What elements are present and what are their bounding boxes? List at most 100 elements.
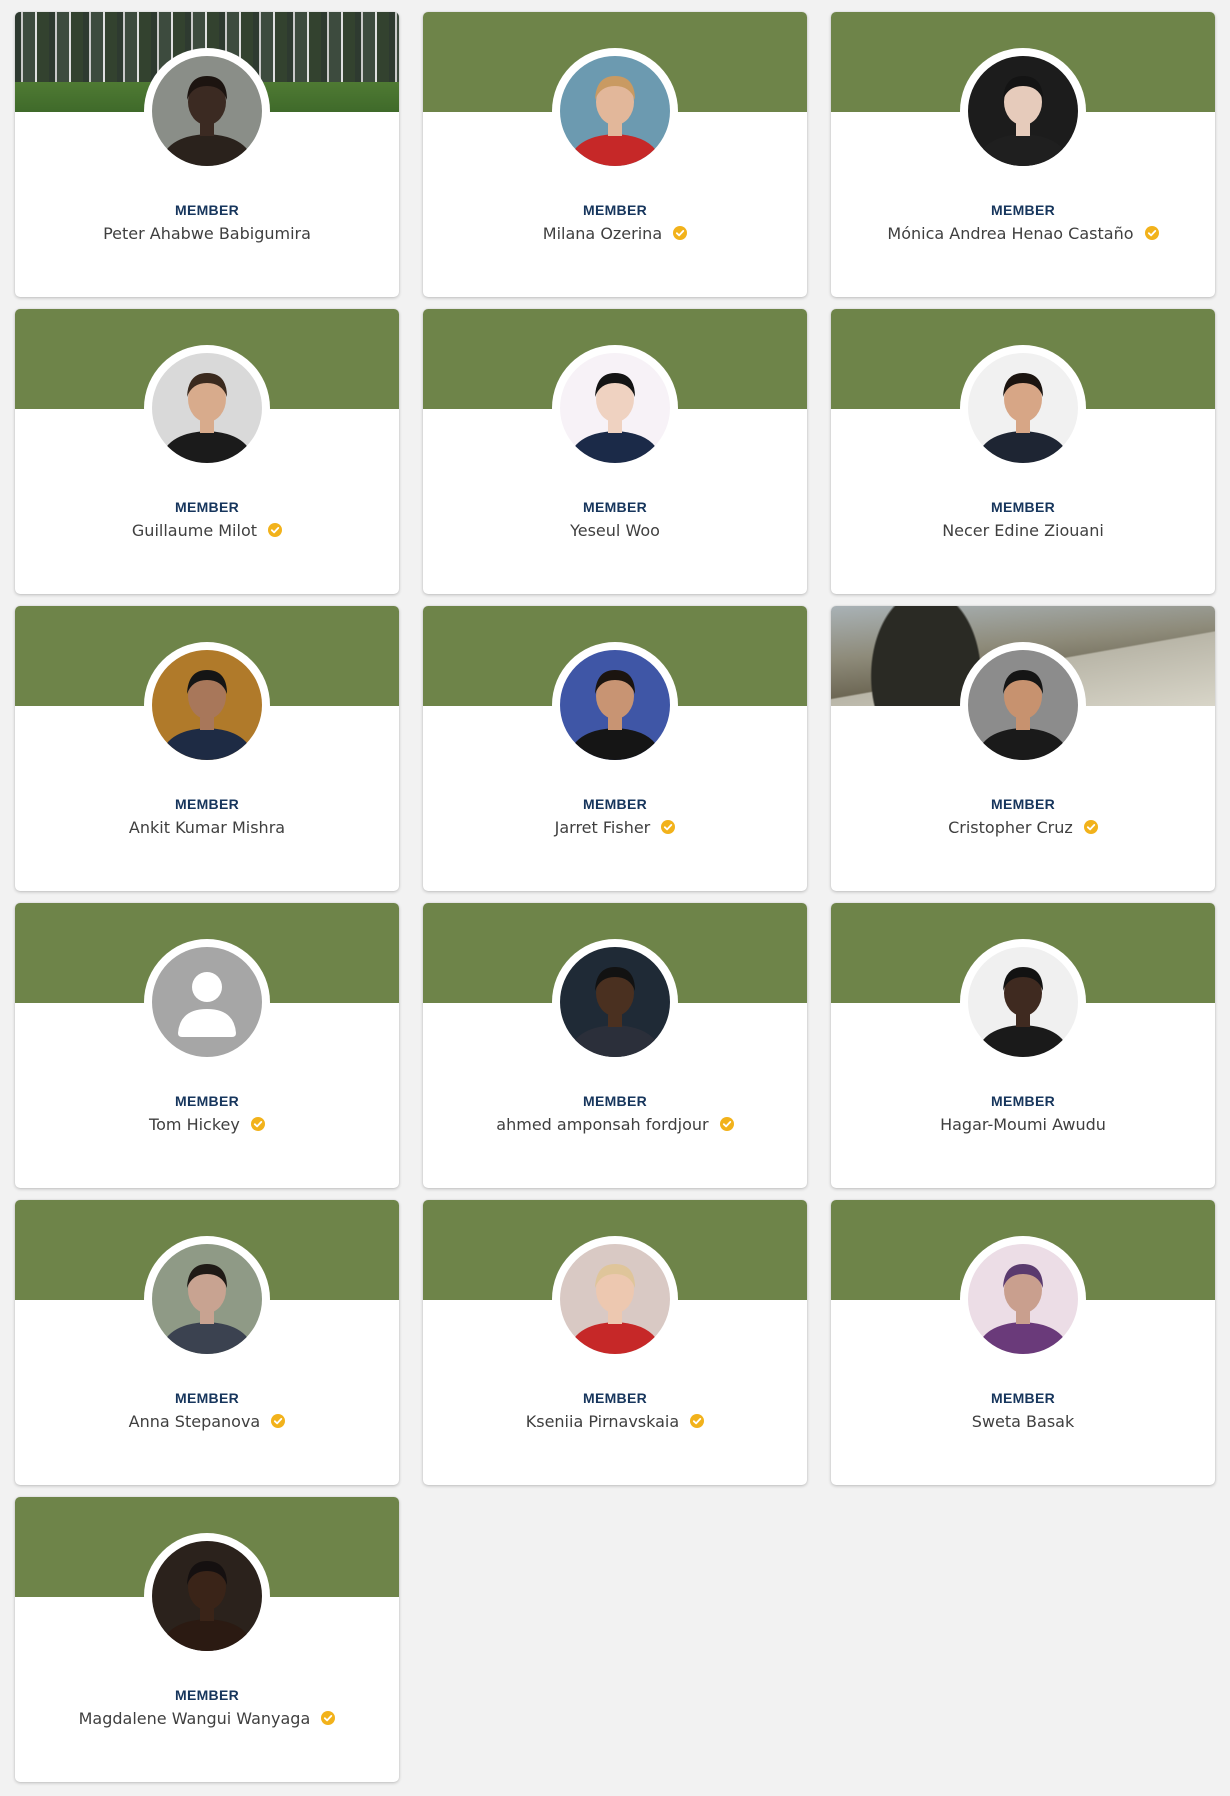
member-name-row: Guillaume Milot	[15, 521, 399, 540]
member-role-label: MEMBER	[174, 202, 240, 218]
avatar[interactable]	[560, 947, 670, 1057]
member-card[interactable]: MEMBER Cristopher Cruz	[831, 606, 1215, 891]
verified-check-icon	[321, 1711, 336, 1725]
member-role-label: MEMBER	[582, 1390, 648, 1406]
profile-photo	[560, 56, 670, 166]
avatar[interactable]	[968, 353, 1078, 463]
member-role-label: MEMBER	[990, 1093, 1056, 1109]
avatar-ring	[960, 642, 1086, 768]
avatar-ring	[960, 345, 1086, 471]
avatar[interactable]	[560, 353, 670, 463]
member-card[interactable]: MEMBER Sweta Basak	[831, 1200, 1215, 1485]
member-card[interactable]: MEMBER ahmed amponsah fordjour	[423, 903, 807, 1188]
member-role-label: MEMBER	[990, 1390, 1056, 1406]
verified-check-icon	[1083, 820, 1098, 834]
member-role-label: MEMBER	[582, 202, 648, 218]
verified-check-icon	[271, 1414, 286, 1428]
member-name-row: Yeseul Woo	[423, 521, 807, 540]
member-role-label: MEMBER	[990, 499, 1056, 515]
member-card[interactable]: MEMBER Magdalene Wangui Wanyaga	[15, 1497, 399, 1782]
member-name[interactable]: Sweta Basak	[972, 1412, 1074, 1431]
profile-photo	[152, 56, 262, 166]
avatar[interactable]	[968, 56, 1078, 166]
profile-photo	[560, 947, 670, 1057]
avatar-ring	[960, 1236, 1086, 1362]
avatar[interactable]	[560, 56, 670, 166]
avatar[interactable]	[968, 1244, 1078, 1354]
member-grid: MEMBER Peter Ahabwe Babigumira MEMBER Mi…	[15, 12, 1215, 1782]
member-name[interactable]: Mónica Andrea Henao Castaño	[887, 224, 1133, 243]
member-name-row: Ankit Kumar Mishra	[15, 818, 399, 837]
member-name[interactable]: Kseniia Pirnavskaia	[526, 1412, 679, 1431]
member-name[interactable]: Yeseul Woo	[570, 521, 660, 540]
avatar[interactable]	[152, 947, 262, 1057]
member-role-label: MEMBER	[582, 796, 648, 812]
member-name[interactable]: Tom Hickey	[149, 1115, 240, 1134]
avatar-ring	[552, 939, 678, 1065]
avatar[interactable]	[152, 1244, 262, 1354]
member-card[interactable]: MEMBER Mónica Andrea Henao Castaño	[831, 12, 1215, 297]
member-name[interactable]: Ankit Kumar Mishra	[129, 818, 285, 837]
avatar[interactable]	[152, 353, 262, 463]
member-name-row: Peter Ahabwe Babigumira	[15, 224, 399, 243]
member-name[interactable]: Cristopher Cruz	[948, 818, 1073, 837]
avatar[interactable]	[968, 947, 1078, 1057]
member-name[interactable]: Milana Ozerina	[543, 224, 662, 243]
profile-photo	[968, 650, 1078, 760]
member-name[interactable]: Jarret Fisher	[555, 818, 651, 837]
avatar[interactable]	[560, 650, 670, 760]
member-name-row: Magdalene Wangui Wanyaga	[15, 1709, 399, 1728]
person-placeholder-icon	[152, 947, 262, 1057]
member-role-label: MEMBER	[174, 1093, 240, 1109]
member-role-label: MEMBER	[174, 1390, 240, 1406]
member-name[interactable]: Peter Ahabwe Babigumira	[103, 224, 311, 243]
member-name-row: Necer Edine Ziouani	[831, 521, 1215, 540]
member-card[interactable]: MEMBER Guillaume Milot	[15, 309, 399, 594]
avatar[interactable]	[152, 1541, 262, 1651]
member-role-label: MEMBER	[990, 796, 1056, 812]
avatar-ring	[144, 642, 270, 768]
avatar[interactable]	[968, 650, 1078, 760]
member-role-label: MEMBER	[990, 202, 1056, 218]
member-card[interactable]: MEMBER Jarret Fisher	[423, 606, 807, 891]
avatar-ring	[960, 939, 1086, 1065]
member-card[interactable]: MEMBER Kseniia Pirnavskaia	[423, 1200, 807, 1485]
profile-photo	[152, 650, 262, 760]
verified-check-icon	[268, 523, 283, 537]
verified-check-icon	[661, 820, 676, 834]
member-card[interactable]: MEMBER Yeseul Woo	[423, 309, 807, 594]
member-card[interactable]: MEMBER Necer Edine Ziouani	[831, 309, 1215, 594]
avatar-ring	[960, 48, 1086, 174]
avatar-ring	[552, 345, 678, 471]
member-name[interactable]: Anna Stepanova	[129, 1412, 261, 1431]
member-role-label: MEMBER	[174, 499, 240, 515]
avatar-ring	[552, 48, 678, 174]
avatar-ring	[144, 1533, 270, 1659]
member-name[interactable]: Magdalene Wangui Wanyaga	[79, 1709, 311, 1728]
member-name-row: Anna Stepanova	[15, 1412, 399, 1431]
member-role-label: MEMBER	[582, 499, 648, 515]
avatar-ring	[144, 1236, 270, 1362]
avatar[interactable]	[152, 56, 262, 166]
member-card[interactable]: MEMBER Milana Ozerina	[423, 12, 807, 297]
member-card[interactable]: MEMBER Hagar-Moumi Awudu	[831, 903, 1215, 1188]
member-name[interactable]: Guillaume Milot	[132, 521, 257, 540]
verified-check-icon	[1144, 226, 1159, 240]
member-name-row: Tom Hickey	[15, 1115, 399, 1134]
member-name[interactable]: Necer Edine Ziouani	[942, 521, 1104, 540]
member-role-label: MEMBER	[174, 1687, 240, 1703]
avatar[interactable]	[152, 650, 262, 760]
member-card[interactable]: MEMBER Anna Stepanova	[15, 1200, 399, 1485]
member-role-label: MEMBER	[174, 796, 240, 812]
member-card[interactable]: MEMBER Peter Ahabwe Babigumira	[15, 12, 399, 297]
member-card[interactable]: MEMBER Ankit Kumar Mishra	[15, 606, 399, 891]
member-name-row: Cristopher Cruz	[831, 818, 1215, 837]
verified-check-icon	[250, 1117, 265, 1131]
member-card[interactable]: MEMBER Tom Hickey	[15, 903, 399, 1188]
member-name[interactable]: Hagar-Moumi Awudu	[940, 1115, 1106, 1134]
verified-check-icon	[673, 226, 688, 240]
profile-photo	[152, 1541, 262, 1651]
member-name-row: ahmed amponsah fordjour	[423, 1115, 807, 1134]
member-name[interactable]: ahmed amponsah fordjour	[496, 1115, 708, 1134]
avatar[interactable]	[560, 1244, 670, 1354]
